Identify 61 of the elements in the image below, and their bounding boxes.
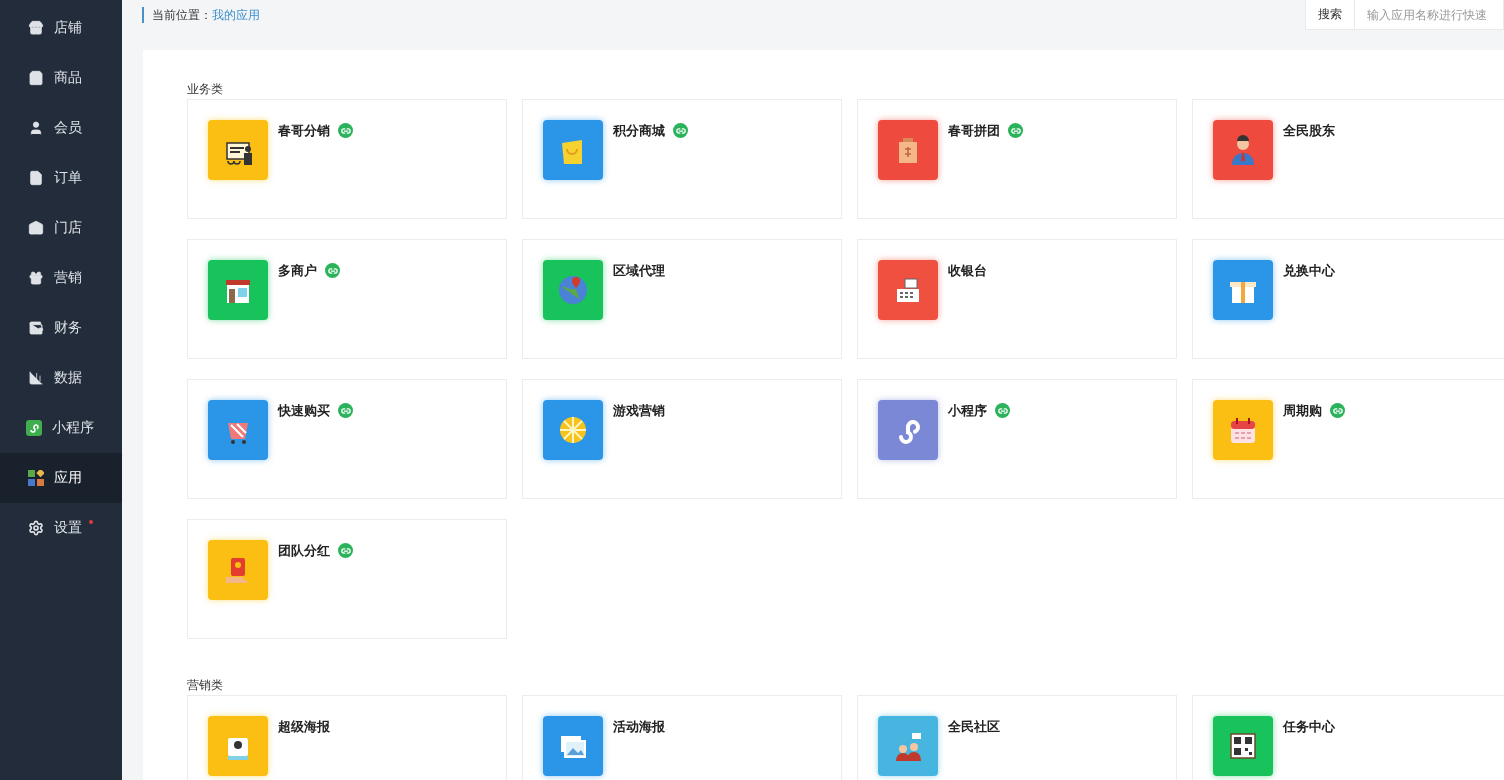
wallet-icon	[28, 320, 44, 336]
app-name: 活动海报	[613, 718, 665, 736]
app-card[interactable]: 周期购	[1192, 379, 1504, 499]
app-name: 全民股东	[1283, 122, 1335, 140]
app-name: 周期购	[1283, 402, 1322, 420]
mini-program-icon	[26, 420, 42, 436]
search-field[interactable]: 输入应用名称进行快速	[1355, 0, 1504, 30]
app-name: 全民社区	[948, 718, 1000, 736]
app-name: 积分商城	[613, 122, 665, 140]
sidebar-item[interactable]: 营销	[0, 253, 122, 303]
app-name: 兑换中心	[1283, 262, 1335, 280]
app-card[interactable]: 全民股东	[1192, 99, 1504, 219]
app-name: 多商户	[278, 262, 317, 280]
app-name: 春哥拼团	[948, 122, 1000, 140]
app-card[interactable]: 兑换中心	[1192, 239, 1504, 359]
document-icon	[28, 170, 44, 186]
app-card[interactable]: 多商户	[187, 239, 507, 359]
app-card[interactable]: 活动海报	[522, 695, 842, 780]
sidebar-item[interactable]: 会员	[0, 103, 122, 153]
app-name: 任务中心	[1283, 718, 1335, 736]
sidebar-item[interactable]: 门店	[0, 203, 122, 253]
settings-icon	[28, 520, 44, 536]
sidebar-item[interactable]: 小程序	[0, 403, 122, 453]
sidebar-item[interactable]: 商品	[0, 53, 122, 103]
app-card[interactable]: 全民社区	[857, 695, 1177, 780]
sidebar-item[interactable]: 订单	[0, 153, 122, 203]
shop-icon	[28, 220, 44, 236]
app-name: 区域代理	[613, 262, 665, 280]
sidebar-item[interactable]: 数据	[0, 353, 122, 403]
app-name: 收银台	[948, 262, 987, 280]
app-name: 超级海报	[278, 718, 330, 736]
app-name: 团队分红	[278, 542, 330, 560]
sidebar-item[interactable]: 设置	[0, 503, 122, 553]
app-card[interactable]: 任务中心	[1192, 695, 1504, 780]
app-name: 游戏营销	[613, 402, 665, 420]
app-card[interactable]: 超级海报	[187, 695, 507, 780]
bar-chart-icon	[28, 370, 44, 386]
bag-icon	[28, 70, 44, 86]
search-button[interactable]: 搜索	[1305, 0, 1355, 30]
app-card[interactable]: 快速购买	[187, 379, 507, 499]
sidebar-item[interactable]: 财务	[0, 303, 122, 353]
section-title: 营销类	[187, 677, 224, 694]
app-name: 快速购买	[278, 402, 330, 420]
sidebar-item[interactable]: 店铺	[0, 3, 122, 53]
sidebar-item[interactable]: 应用	[0, 453, 122, 503]
app-name: 小程序	[948, 402, 987, 420]
app-card[interactable]: 春哥拼团	[857, 99, 1177, 219]
app-card[interactable]: 收银台	[857, 239, 1177, 359]
app-card[interactable]: 区域代理	[522, 239, 842, 359]
app-card[interactable]: 团队分红	[187, 519, 507, 639]
app-card[interactable]: 游戏营销	[522, 379, 842, 499]
section-title: 业务类	[187, 81, 224, 98]
app-grid-icon	[28, 470, 44, 486]
user-icon	[28, 120, 44, 136]
breadcrumb-label: 当前位置：	[152, 6, 212, 24]
gift-icon	[28, 270, 44, 286]
store-icon	[28, 20, 44, 36]
app-card[interactable]: 小程序	[857, 379, 1177, 499]
app-card[interactable]: 春哥分销	[187, 99, 507, 219]
app-name: 春哥分销	[278, 122, 330, 140]
app-card[interactable]: 积分商城	[522, 99, 842, 219]
